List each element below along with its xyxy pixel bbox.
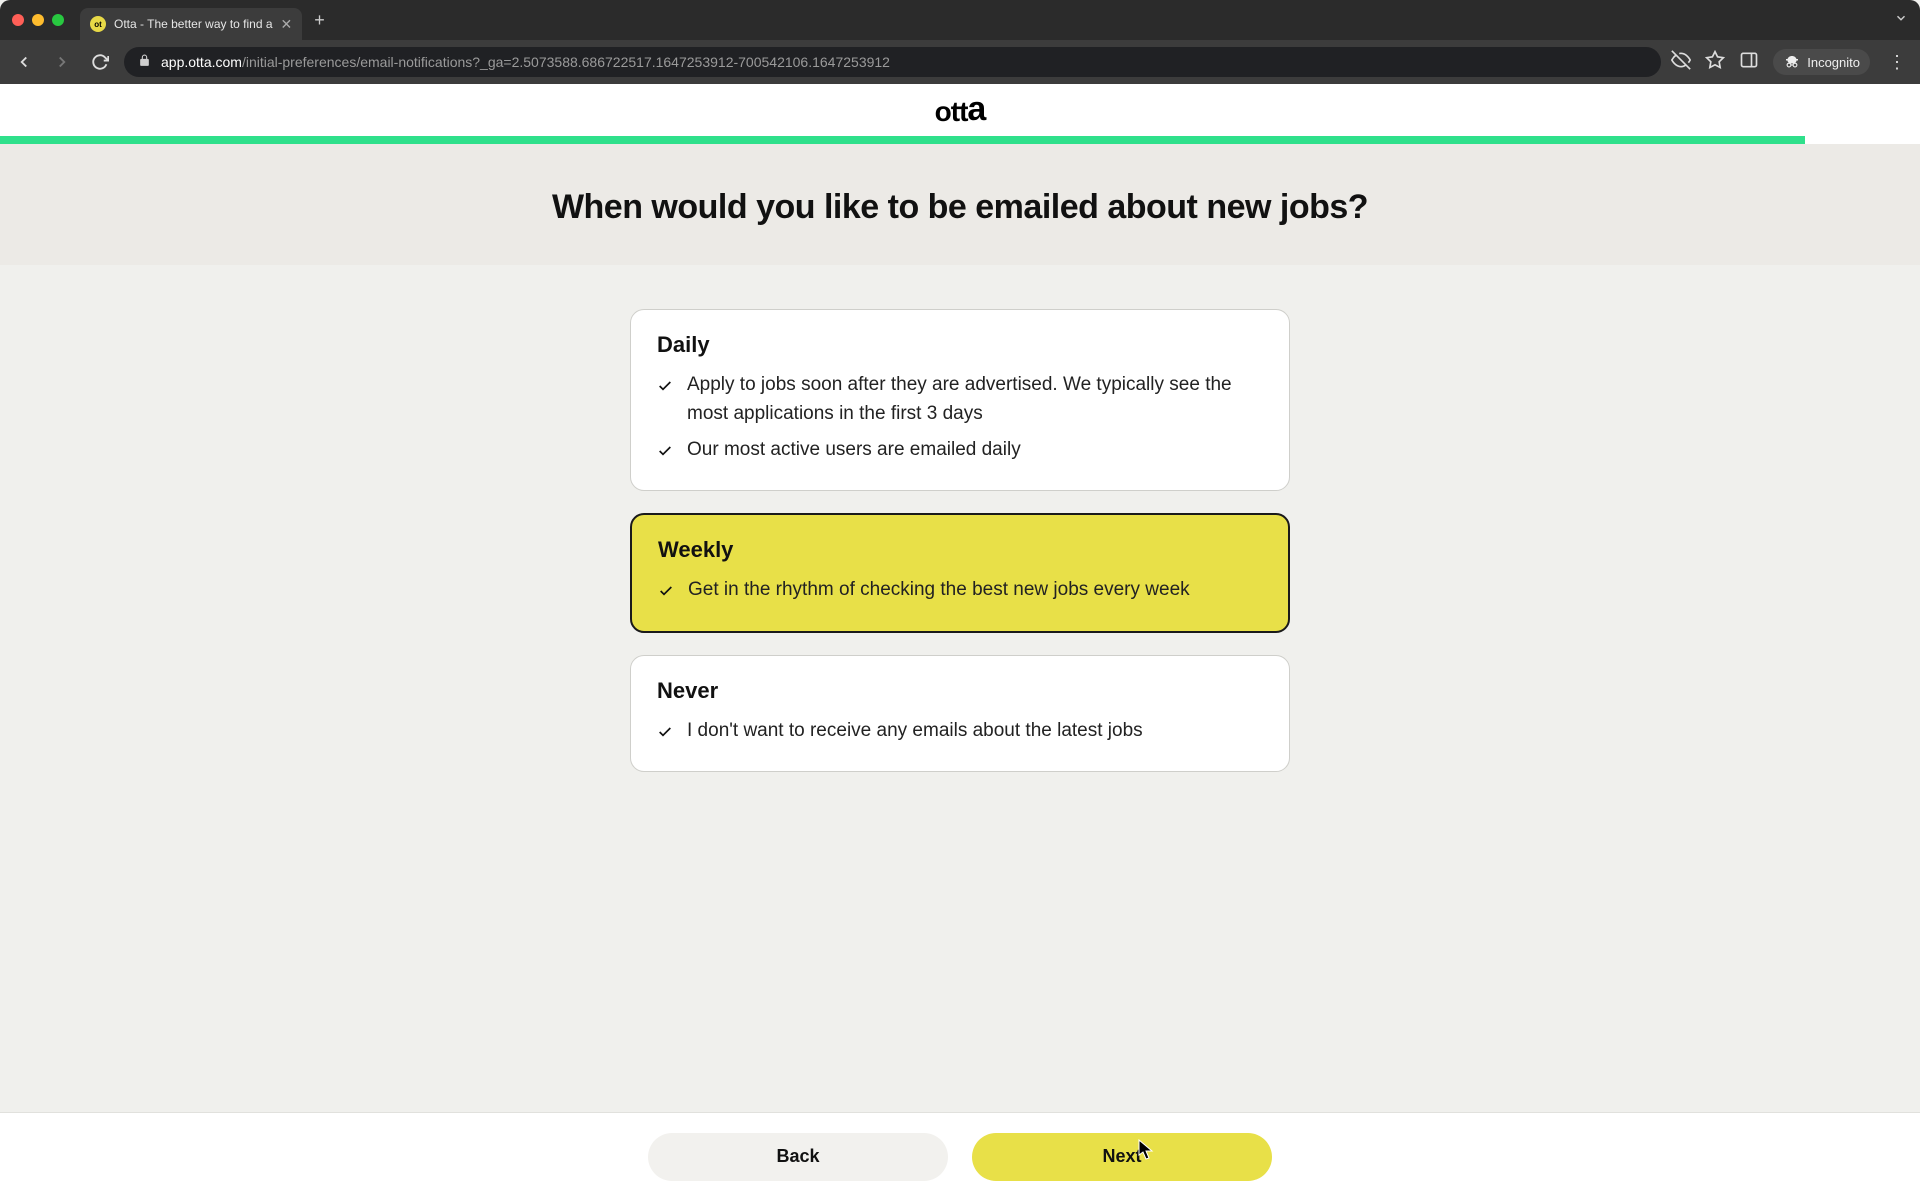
question-section: When would you like to be emailed about … <box>0 144 1920 265</box>
check-icon <box>657 720 673 749</box>
bullet-text: Our most active users are emailed daily <box>687 435 1021 468</box>
reload-button[interactable] <box>86 48 114 76</box>
check-icon <box>658 579 674 608</box>
eye-off-icon[interactable] <box>1671 50 1691 75</box>
page-content: otta When would you like to be emailed a… <box>0 84 1920 1200</box>
tabs-overflow-icon[interactable] <box>1894 11 1908 30</box>
options-list: Daily Apply to jobs soon after they are … <box>0 265 1920 772</box>
option-bullet: Get in the rhythm of checking the best n… <box>658 575 1262 608</box>
next-button[interactable]: Next <box>972 1133 1272 1181</box>
window-controls <box>12 14 64 26</box>
option-never[interactable]: Never I don't want to receive any emails… <box>630 655 1290 772</box>
option-title: Weekly <box>658 537 1262 563</box>
option-bullet: Our most active users are emailed daily <box>657 435 1263 468</box>
tab-close-button[interactable]: ✕ <box>281 16 293 33</box>
header: otta <box>0 84 1920 136</box>
panel-icon[interactable] <box>1739 50 1759 75</box>
back-button[interactable]: Back <box>648 1133 948 1181</box>
option-title: Daily <box>657 332 1263 358</box>
incognito-label: Incognito <box>1807 55 1860 70</box>
option-bullet: I don't want to receive any emails about… <box>657 716 1263 749</box>
bookmark-star-icon[interactable] <box>1705 50 1725 75</box>
incognito-icon <box>1783 53 1801 71</box>
window-minimize-button[interactable] <box>32 14 44 26</box>
window-close-button[interactable] <box>12 14 24 26</box>
window-zoom-button[interactable] <box>52 14 64 26</box>
progress-bar-fill <box>0 136 1805 144</box>
progress-bar <box>0 136 1920 144</box>
lock-icon <box>138 54 151 70</box>
tab-title: Otta - The better way to find a <box>114 17 273 31</box>
nav-back-button[interactable] <box>10 48 38 76</box>
incognito-badge[interactable]: Incognito <box>1773 49 1870 75</box>
nav-forward-button[interactable] <box>48 48 76 76</box>
url-text: app.otta.com/initial-preferences/email-n… <box>161 54 890 70</box>
bullet-text: Apply to jobs soon after they are advert… <box>687 370 1263 429</box>
bullet-text: I don't want to receive any emails about… <box>687 716 1143 749</box>
browser-tab-strip: ot Otta - The better way to find a ✕ + <box>0 0 1920 40</box>
toolbar-right: Incognito ⋮ <box>1671 49 1910 75</box>
option-bullet: Apply to jobs soon after they are advert… <box>657 370 1263 429</box>
otta-logo: otta <box>935 91 986 130</box>
option-daily[interactable]: Daily Apply to jobs soon after they are … <box>630 309 1290 491</box>
bullet-text: Get in the rhythm of checking the best n… <box>688 575 1190 608</box>
browser-menu-button[interactable]: ⋮ <box>1884 52 1910 73</box>
new-tab-button[interactable]: + <box>314 10 325 31</box>
footer-nav: Back Next <box>0 1112 1920 1200</box>
browser-tab[interactable]: ot Otta - The better way to find a ✕ <box>80 8 302 40</box>
option-title: Never <box>657 678 1263 704</box>
tab-favicon: ot <box>90 16 106 32</box>
check-icon <box>657 374 673 429</box>
address-bar[interactable]: app.otta.com/initial-preferences/email-n… <box>124 47 1661 77</box>
browser-toolbar: app.otta.com/initial-preferences/email-n… <box>0 40 1920 84</box>
question-heading: When would you like to be emailed about … <box>0 188 1920 227</box>
check-icon <box>657 439 673 468</box>
option-weekly[interactable]: Weekly Get in the rhythm of checking the… <box>630 513 1290 632</box>
